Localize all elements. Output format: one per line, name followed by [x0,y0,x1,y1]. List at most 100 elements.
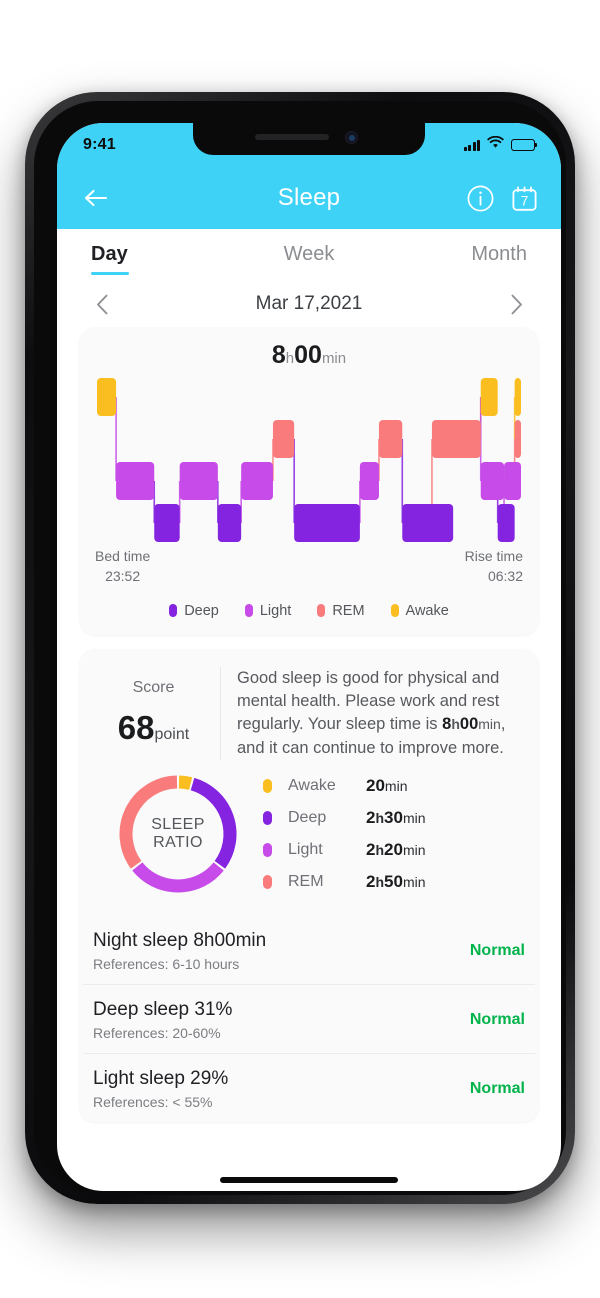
ratio-minutes-unit: min [402,810,426,827]
metric-text-block: Night sleep 8h00min References: 6-10 hour… [93,930,266,972]
camera-lens [349,135,355,141]
legend-item-light: Light [244,602,292,619]
ratio-row-deep: Deep 2h30min [263,802,525,834]
sleep-hours-unit: h [285,350,295,367]
score-card: Score 68 point Good sleep is good for ph… [79,648,539,1123]
ratio-minutes: 50 [384,872,403,892]
sleep-ratio-section: SLEEP RATIO Awake 20min Deep 2h30min Light 2h… [79,766,539,916]
hypnogram-segment-rem [272,420,295,458]
score-value-row: 68 point [118,709,189,747]
ratio-row-awake: Awake 20min [263,770,525,802]
calendar-icon[interactable]: 7 [509,183,539,213]
hypnogram-segment-awake [97,378,117,416]
date-navigator: Mar 17,2021 [57,275,561,327]
score-desc-minutes: 00 [459,715,479,734]
legend-dot-light [244,604,253,618]
ratio-value-awake: 20min [366,776,407,796]
legend-label-deep: Deep [184,602,219,619]
calendar-day-number: 7 [520,193,528,208]
hypnogram-segment-light [480,462,505,500]
back-button[interactable] [79,181,113,215]
sleep-minutes-unit: min [321,350,347,367]
chevron-left-icon[interactable] [89,291,115,317]
legend-label-light: Light [259,602,292,619]
earpiece-speaker [255,134,329,140]
hypnogram-segment-rem [514,420,521,458]
metric-reference: References: 20-60% [93,1025,221,1042]
content-area: 8h00min Bed time 23:52 Rise time 06:32 D… [57,327,561,1123]
ratio-minutes: 20 [366,776,385,796]
rise-time-value: 06:32 [487,568,523,585]
sleep-hours: 8 [271,341,286,369]
hypnogram-chart[interactable] [79,372,539,542]
score-value: 68 [117,709,155,747]
tab-month-label: Month [471,243,527,265]
sleep-ratio-legend: Awake 20min Deep 2h30min Light 2h20min REM 2h50… [263,770,525,898]
bed-time-value: 23:52 [105,568,141,585]
header-actions: 7 [465,183,539,213]
bed-time-label: Bed time [95,548,151,564]
front-camera-icon [345,131,358,144]
sleep-ratio-donut-chart[interactable]: SLEEP RATIO [114,770,242,898]
info-icon[interactable] [465,183,495,213]
chart-legend: Deep Light REM Awake [79,587,539,635]
ratio-value-deep: 2h30min [366,808,426,828]
sleep-minutes: 00 [294,341,322,369]
metric-text-block: Deep sleep 31% References: 20-60% [93,999,232,1041]
bed-rise-times: Bed time 23:52 Rise time 06:32 [79,542,539,587]
wifi-icon [487,135,504,154]
hypnogram-segment-deep [294,504,360,542]
selected-date[interactable]: Mar 17,2021 [256,293,363,315]
status-badge: Normal [469,1011,525,1029]
score-caption: Score [132,679,175,697]
donut-label-line1: SLEEP [151,815,205,833]
tab-month[interactable]: Month [382,243,527,275]
phone-frame: 9:41 Sleep 7 Day Week Month Mar 17,2021 … [25,92,575,1204]
metric-reference: References: 6-10 hours [93,956,240,973]
status-badge: Normal [469,942,525,960]
ratio-minutes-unit: min [402,874,426,891]
donut-center-label: SLEEP RATIO [114,770,242,898]
ratio-dot-rem [263,875,272,890]
ratio-dot-deep [263,811,272,826]
tab-week[interactable]: Week [236,243,381,275]
score-description: Good sleep is good for physical and ment… [221,667,523,761]
hypnogram-segment-rem [431,420,481,458]
tab-active-underline [91,272,129,275]
tab-bar: Day Week Month [57,229,561,275]
status-badge: Normal [469,1080,525,1098]
donut-wrapper: SLEEP RATIO [93,770,263,898]
metric-row[interactable]: Night sleep 8h00min References: 6-10 hour… [83,916,535,984]
hypnogram-segment-deep [402,504,454,542]
battery-icon [511,139,538,151]
phone-screen: 9:41 Sleep 7 Day Week Month Mar 17,2021 … [57,123,561,1191]
ratio-minutes: 20 [384,840,403,860]
chevron-right-icon[interactable] [503,291,529,317]
metric-title: Night sleep 8h00min [93,930,267,952]
metric-row[interactable]: Deep sleep 31% References: 20-60% Normal [83,984,535,1053]
metric-row[interactable]: Light sleep 29% References: < 55% Normal [83,1053,535,1122]
hypnogram-segment-rem [378,420,403,458]
legend-dot-rem [317,604,326,618]
phone-bezel: 9:41 Sleep 7 Day Week Month Mar 17,2021 … [34,101,566,1195]
signal-icon [463,139,480,151]
ratio-dot-light [263,843,272,858]
metric-title: Deep sleep 31% [93,999,233,1021]
sleep-duration-total: 8h00min [79,327,539,372]
ratio-value-light: 2h20min [366,840,426,860]
score-desc-minutes-unit: min [478,716,501,733]
ratio-minutes-unit: min [384,778,408,795]
legend-label-rem: REM [332,602,365,619]
score-section: Score 68 point Good sleep is good for ph… [79,649,539,767]
tab-day[interactable]: Day [91,243,236,275]
hypnogram-segment-light [359,462,379,500]
ratio-hours-unit: h [375,842,385,859]
home-indicator[interactable] [220,1177,398,1183]
legend-label-awake: Awake [405,602,449,619]
legend-item-deep: Deep [169,603,219,619]
ratio-name-light: Light [288,841,323,859]
legend-dot-awake [390,604,399,618]
legend-item-awake: Awake [390,602,449,619]
hypnogram-segment-light [241,462,273,500]
hypnogram-segment-deep [497,504,515,542]
